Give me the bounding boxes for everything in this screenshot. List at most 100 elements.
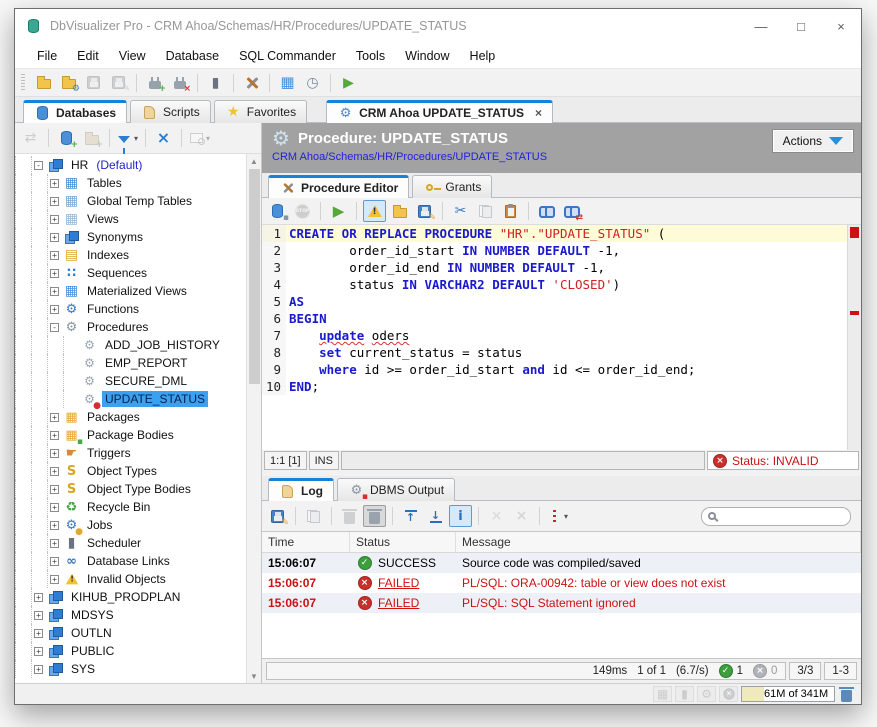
menu-help[interactable]: Help [460, 45, 506, 67]
create-connection-button[interactable]: + [55, 127, 78, 149]
code-line[interactable]: 3 order_id_end IN NUMBER DEFAULT -1, [262, 259, 847, 276]
code-line[interactable]: 1CREATE OR REPLACE PROCEDURE "HR"."UPDAT… [262, 225, 847, 242]
tree-item-package-bodies[interactable]: +▦▪Package Bodies [15, 426, 246, 444]
expand-icon[interactable]: + [34, 647, 43, 656]
show-info-toggle[interactable]: i [449, 505, 472, 527]
expand-icon[interactable]: + [50, 449, 59, 458]
scroll-bottom-button[interactable]: ↓ [424, 505, 447, 527]
code-area[interactable]: 1CREATE OR REPLACE PROCEDURE "HR"."UPDAT… [262, 225, 847, 450]
sql-editor[interactable]: 1CREATE OR REPLACE PROCEDURE "HR"."UPDAT… [262, 225, 861, 450]
grid-view-button[interactable]: ▦ [276, 72, 299, 94]
toolbar-grip[interactable] [21, 74, 25, 92]
tab-favorites[interactable]: ★Favorites [214, 100, 307, 123]
collapse-icon[interactable]: - [34, 161, 43, 170]
memory-indicator[interactable]: 61M of 341M [741, 686, 835, 702]
tree-item-add-job-history[interactable]: ⚙ADD_JOB_HISTORY [15, 336, 246, 354]
column-header-status[interactable]: Status [350, 532, 456, 552]
collapse-icon[interactable]: - [50, 323, 59, 332]
collapse-all-button[interactable]: × [152, 127, 175, 149]
code-line[interactable]: 4 status IN VARCHAR2 DEFAULT 'CLOSED') [262, 276, 847, 293]
connect-button[interactable]: + [143, 72, 166, 94]
compile-save-button[interactable]: ▪ [266, 200, 289, 222]
code-line[interactable]: 9 where id >= order_id_start and id <= o… [262, 361, 847, 378]
database-server-button[interactable]: ▮ [204, 72, 227, 94]
tree-item-materialized-views[interactable]: +▦Materialized Views [15, 282, 246, 300]
expand-icon[interactable]: + [50, 485, 59, 494]
tree-item-public[interactable]: +PUBLIC [15, 642, 246, 660]
menu-view[interactable]: View [109, 45, 156, 67]
log-row[interactable]: 15:06:07×FAILEDPL/SQL: SQL Statement ign… [262, 593, 861, 613]
expand-icon[interactable]: + [50, 575, 59, 584]
tab-procedure-editor[interactable]: Procedure Editor [268, 175, 409, 198]
code-line[interactable]: 10END; [262, 378, 847, 395]
tree-item-recycle-bin[interactable]: +♻Recycle Bin [15, 498, 246, 516]
tools-button[interactable] [240, 72, 263, 94]
tab-databases[interactable]: Databases [23, 100, 127, 123]
disconnect-button[interactable]: × [168, 72, 191, 94]
tree-item-object-types[interactable]: +SObject Types [15, 462, 246, 480]
error-marker-line7[interactable] [850, 311, 859, 315]
find-button[interactable] [535, 200, 558, 222]
expand-icon[interactable]: + [50, 467, 59, 476]
tree-item-functions[interactable]: +⚙Functions [15, 300, 246, 318]
tree-item-views[interactable]: +▦Views [15, 210, 246, 228]
tree-item-sys[interactable]: +SYS [15, 660, 246, 678]
expand-icon[interactable]: + [50, 287, 59, 296]
tree-item-jobs[interactable]: +⚙●Jobs [15, 516, 246, 534]
scrollbar-thumb[interactable] [249, 169, 260, 384]
garbage-collect-icon[interactable] [838, 686, 855, 703]
error-stripe[interactable] [847, 225, 861, 450]
expand-icon[interactable]: + [50, 557, 59, 566]
tree-item-procedures[interactable]: -⚙Procedures [15, 318, 246, 336]
tree-item-hr[interactable]: -HR(Default) [15, 156, 246, 174]
expand-icon[interactable]: + [34, 629, 43, 638]
auto-clear-toggle[interactable] [363, 505, 386, 527]
execute-button[interactable]: ▶ [327, 200, 350, 222]
tree-item-outln[interactable]: +OUTLN [15, 624, 246, 642]
expand-icon[interactable]: + [34, 611, 43, 620]
expand-icon[interactable]: + [34, 593, 43, 602]
menu-database[interactable]: Database [156, 45, 230, 67]
save-to-file-button[interactable]: ✎ [413, 200, 436, 222]
code-line[interactable]: 6BEGIN [262, 310, 847, 327]
object-tab-crm-ahoa-update-status[interactable]: ⚙ CRM Ahoa UPDATE_STATUS × [326, 100, 553, 123]
expand-icon[interactable]: + [50, 431, 59, 440]
maximize-button[interactable]: □ [781, 9, 821, 43]
tree-item-packages[interactable]: +▦Packages [15, 408, 246, 426]
expand-icon[interactable]: + [34, 665, 43, 674]
expand-icon[interactable]: + [50, 197, 59, 206]
tree-item-kihub-prodplan[interactable]: +KIHUB_PRODPLAN [15, 588, 246, 606]
tree-item-sequences[interactable]: +∷Sequences [15, 264, 246, 282]
tree-item-update-status[interactable]: ⚙●UPDATE_STATUS [15, 390, 246, 408]
tree-item-mdsys[interactable]: +MDSYS [15, 606, 246, 624]
tree-item-database-links[interactable]: +∞Database Links [15, 552, 246, 570]
tab-grants[interactable]: Grants [412, 175, 492, 198]
tab-scripts[interactable]: Scripts [130, 100, 211, 123]
log-search-input[interactable] [720, 510, 830, 522]
menu-edit[interactable]: Edit [67, 45, 109, 67]
scheduler-button[interactable]: ◷ [301, 72, 324, 94]
find-replace-button[interactable]: ⇄ [560, 200, 583, 222]
column-header-message[interactable]: Message [456, 532, 861, 552]
expand-icon[interactable]: + [50, 251, 59, 260]
tree-item-triggers[interactable]: +☛Triggers [15, 444, 246, 462]
tree-item-invalid-objects[interactable]: +Invalid Objects [15, 570, 246, 588]
expand-icon[interactable]: + [50, 233, 59, 242]
tree-item-global-temp-tables[interactable]: +▦Global Temp Tables [15, 192, 246, 210]
code-line[interactable]: 7 update oders [262, 327, 847, 344]
open-file-button[interactable] [32, 72, 55, 94]
expand-icon[interactable]: + [50, 503, 59, 512]
log-row[interactable]: 15:06:07✓SUCCESSSource code was compiled… [262, 553, 861, 573]
code-line[interactable]: 5AS [262, 293, 847, 310]
code-line[interactable]: 2 order_id_start IN NUMBER DEFAULT -1, [262, 242, 847, 259]
expand-icon[interactable]: + [50, 269, 59, 278]
filter-button[interactable]: ▾ [116, 127, 139, 149]
tree-item-emp-report[interactable]: ⚙EMP_REPORT [15, 354, 246, 372]
tree-item-scheduler[interactable]: +▮Scheduler [15, 534, 246, 552]
menu-tools[interactable]: Tools [346, 45, 395, 67]
cut-button[interactable]: ✂ [449, 200, 472, 222]
tree-item-indexes[interactable]: +▤Indexes [15, 246, 246, 264]
show-errors-toggle[interactable] [363, 200, 386, 222]
log-row[interactable]: 15:06:07×FAILEDPL/SQL: ORA-00942: table … [262, 573, 861, 593]
minimize-button[interactable]: — [741, 9, 781, 43]
